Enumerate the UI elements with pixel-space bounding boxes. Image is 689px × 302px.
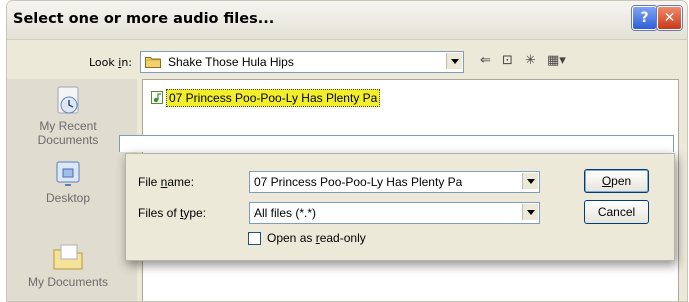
close-icon: ✕ [663, 10, 676, 26]
files-of-type-dropdown-button[interactable] [522, 204, 538, 220]
place-my-documents[interactable]: My Documents [13, 241, 123, 289]
look-in-label: Look in: [89, 56, 133, 69]
title-bar[interactable]: Select one or more audio files... ? ✕ [7, 1, 687, 40]
look-in-dropdown-button[interactable] [446, 53, 462, 69]
file-options-panel: File name: 07 Princess Poo-Poo-Ly Has Pl… [125, 153, 675, 261]
audio-file-icon [151, 91, 163, 104]
place-recent-documents[interactable]: My Recent Documents [13, 85, 123, 147]
look-in-dropdown[interactable]: Shake Those Hula Hips [140, 51, 464, 73]
read-only-checkbox[interactable] [248, 232, 261, 245]
open-file-dialog: Select one or more audio files... ? ✕ Lo… [6, 0, 688, 302]
places-bar: My Recent Documents Desktop My Documents [7, 79, 137, 301]
desktop-icon [56, 161, 80, 186]
file-name-label: 07 Princess Poo-Poo-Ly Has Plenty Pa [166, 89, 381, 107]
back-icon[interactable]: ⇐ [480, 53, 491, 70]
file-name-dropdown-button[interactable] [522, 173, 538, 189]
help-button[interactable]: ? [632, 6, 657, 30]
view-menu-icon[interactable]: ▦▾ [547, 53, 566, 70]
files-of-type-select[interactable]: All files (*.*) [249, 202, 540, 224]
open-button[interactable]: Open [584, 169, 649, 193]
up-folder-icon[interactable]: ⊡ [502, 53, 513, 70]
folder-icon [145, 57, 161, 68]
close-button[interactable]: ✕ [657, 6, 682, 30]
my-documents-icon [53, 244, 83, 270]
file-name-value: 07 Princess Poo-Poo-Ly Has Plenty Pa [254, 175, 463, 189]
place-desktop[interactable]: Desktop [13, 159, 123, 205]
file-name-strip [119, 135, 674, 152]
file-name-label: File name: [138, 175, 195, 189]
recent-documents-icon [57, 86, 79, 114]
help-icon: ? [640, 10, 649, 26]
files-of-type-value: All files (*.*) [254, 206, 317, 220]
file-name-input[interactable]: 07 Princess Poo-Poo-Ly Has Plenty Pa [249, 171, 540, 193]
look-in-value: Shake Those Hula Hips [168, 55, 294, 69]
files-of-type-label: Files of type: [138, 206, 207, 220]
new-folder-icon[interactable]: ✳ [525, 53, 536, 70]
dialog-title: Select one or more audio files... [13, 11, 275, 27]
cancel-button[interactable]: Cancel [584, 200, 649, 224]
read-only-label: Open as read-only [267, 231, 366, 245]
